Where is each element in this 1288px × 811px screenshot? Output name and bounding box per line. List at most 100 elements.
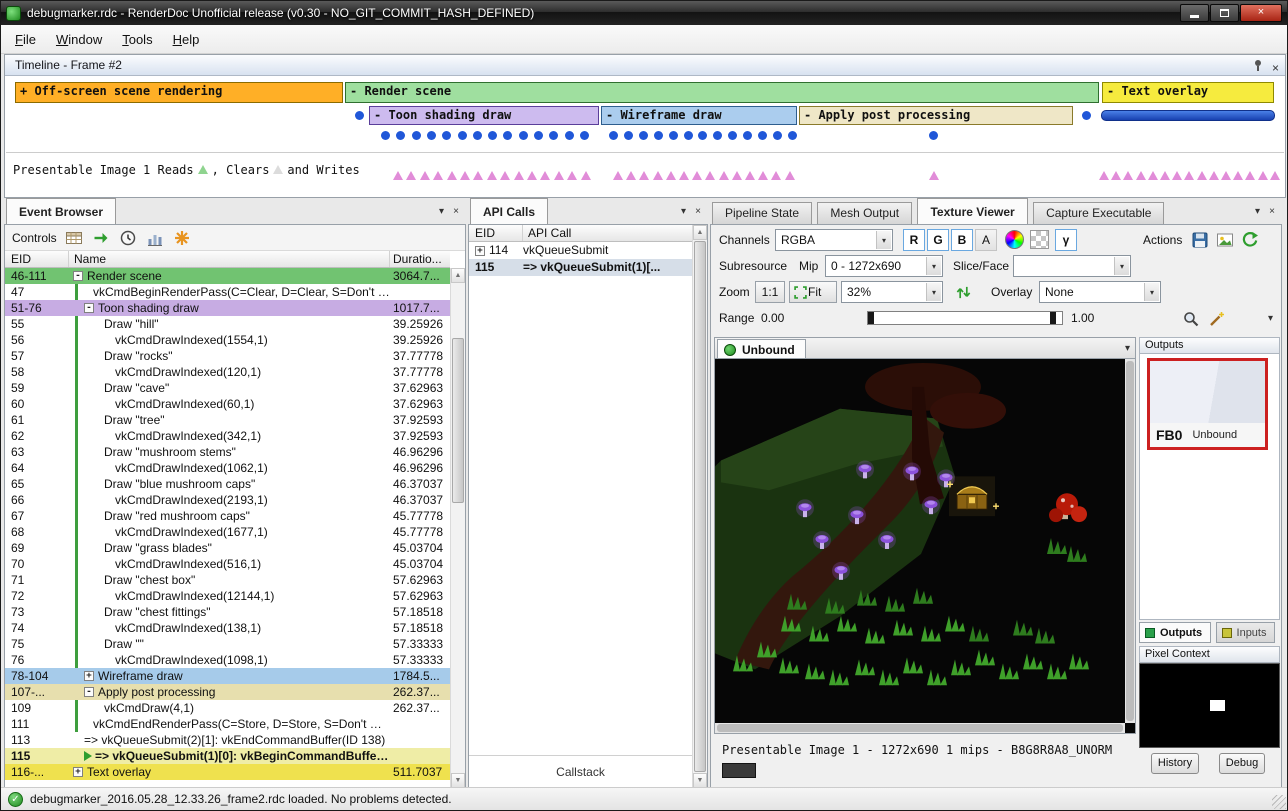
event-row[interactable]: 67Draw "red mushroom caps"45.77778 <box>5 508 450 524</box>
event-row[interactable]: 55Draw "hill"39.25926 <box>5 316 450 332</box>
scroll-up-icon[interactable]: ▲ <box>451 268 465 283</box>
channel-red-button[interactable]: R <box>903 229 925 251</box>
column-eid[interactable]: EID <box>5 251 69 267</box>
event-row[interactable]: 74vkCmdDrawIndexed(138,1)57.18518 <box>5 620 450 636</box>
tab-pipeline-state[interactable]: Pipeline State <box>712 202 812 224</box>
zoom-1to1-button[interactable]: 1:1 <box>755 281 785 303</box>
chevron-down-icon[interactable]: ▾ <box>926 283 941 301</box>
close-icon[interactable]: × <box>453 206 459 217</box>
chevron-down-icon[interactable]: ▾ <box>876 231 891 249</box>
texture-tab-list-icon[interactable]: ▾ <box>1125 343 1130 354</box>
jump-to-event-icon[interactable] <box>91 228 111 248</box>
event-row[interactable]: 115=> vkQueueSubmit(1)[0]: vkBeginComman… <box>5 748 450 764</box>
refresh-icon[interactable] <box>1240 230 1260 250</box>
api-call-row[interactable]: 115=> vkQueueSubmit(1)[... <box>469 259 692 276</box>
autofit-wand-icon[interactable] <box>1207 309 1227 329</box>
api-call-row[interactable]: +114vkQueueSubmit <box>469 242 692 259</box>
event-row[interactable]: 58vkCmdDrawIndexed(120,1)37.77778 <box>5 364 450 380</box>
scroll-up-icon[interactable]: ▲ <box>693 225 707 240</box>
event-row[interactable]: 63Draw "mushroom stems"46.96296 <box>5 444 450 460</box>
dock-menu-icon[interactable]: ▾ <box>439 206 444 217</box>
texture-horizontal-scrollbar[interactable] <box>715 723 1125 733</box>
event-row[interactable]: 65Draw "blue mushroom caps"46.37037 <box>5 476 450 492</box>
tab-mesh-output[interactable]: Mesh Output <box>817 202 912 224</box>
event-row[interactable]: 59Draw "cave"37.62963 <box>5 380 450 396</box>
event-row[interactable]: 70vkCmdDrawIndexed(516,1)45.03704 <box>5 556 450 572</box>
menu-file[interactable]: File <box>5 27 46 52</box>
scrollbar-thumb[interactable] <box>452 338 464 503</box>
column-api-call[interactable]: API Call <box>523 225 692 241</box>
tab-inputs[interactable]: Inputs <box>1216 622 1276 643</box>
collapse-icon[interactable]: - <box>73 271 83 281</box>
range-handle-min[interactable] <box>868 312 874 324</box>
menu-window[interactable]: Window <box>46 27 112 52</box>
dock-menu-icon[interactable]: ▾ <box>1255 206 1260 217</box>
event-row[interactable]: 47vkCmdBeginRenderPass(C=Clear, D=Clear,… <box>5 284 450 300</box>
event-row[interactable]: 66vkCmdDrawIndexed(2193,1)46.37037 <box>5 492 450 508</box>
timeline-collapsed-marker[interactable] <box>1101 110 1275 121</box>
event-row[interactable]: 64vkCmdDrawIndexed(1062,1)46.96296 <box>5 460 450 476</box>
expand-icon[interactable]: + <box>73 767 83 777</box>
resize-grip[interactable] <box>1272 795 1286 809</box>
event-browser-scrollbar[interactable]: ▲ ▼ <box>450 268 465 788</box>
event-row[interactable]: 51-76-Toon shading draw1017.7... <box>5 300 450 316</box>
expand-icon[interactable]: + <box>84 671 94 681</box>
event-row[interactable]: 46-111-Render scene3064.7... <box>5 268 450 284</box>
column-name[interactable]: Name <box>69 251 390 267</box>
channel-blue-button[interactable]: B <box>951 229 973 251</box>
event-row[interactable]: 72vkCmdDrawIndexed(12144,1)57.62963 <box>5 588 450 604</box>
event-row[interactable]: 60vkCmdDrawIndexed(60,1)37.62963 <box>5 396 450 412</box>
timeline-marker-bar[interactable]: - Text overlay <box>1102 82 1274 103</box>
column-duration[interactable]: Duratio... <box>390 251 450 267</box>
menu-help[interactable]: Help <box>163 27 210 52</box>
timeline-marker-bar[interactable]: + Off-screen scene rendering <box>15 82 343 103</box>
tab-event-browser[interactable]: Event Browser <box>6 198 116 224</box>
export-icon[interactable] <box>64 228 84 248</box>
output-fb0-thumbnail[interactable]: FB0 Unbound <box>1147 358 1268 450</box>
menu-tools[interactable]: Tools <box>112 27 162 52</box>
export-image-icon[interactable] <box>1215 230 1235 250</box>
event-row[interactable]: 68vkCmdDrawIndexed(1677,1)45.77778 <box>5 524 450 540</box>
event-row[interactable]: 116-...+Text overlay511.7037 <box>5 764 450 780</box>
event-row[interactable]: 107-...-Apply post processing262.37... <box>5 684 450 700</box>
flip-y-icon[interactable] <box>953 282 973 302</box>
gamma-button[interactable]: γ <box>1055 229 1077 251</box>
close-icon[interactable]: × <box>1272 58 1279 78</box>
timeline-marker-bar[interactable]: - Apply post processing <box>799 106 1073 125</box>
slice-face-select[interactable]: ▾ <box>1013 255 1131 277</box>
close-icon[interactable]: × <box>695 206 701 217</box>
range-slider[interactable] <box>867 311 1063 325</box>
magnifier-icon[interactable] <box>1181 309 1201 329</box>
channel-alpha-button[interactable]: A <box>975 229 997 251</box>
pin-icon[interactable] <box>1252 58 1264 78</box>
tab-unbound-texture[interactable]: Unbound <box>717 339 806 359</box>
column-eid[interactable]: EID <box>469 225 523 241</box>
event-row[interactable]: 75Draw ""57.33333 <box>5 636 450 652</box>
event-row[interactable]: 71Draw "chest box"57.62963 <box>5 572 450 588</box>
event-row[interactable]: 78-104+Wireframe draw1784.5... <box>5 668 450 684</box>
scroll-down-icon[interactable]: ▼ <box>693 773 707 788</box>
timeline-marker-bar[interactable]: - Toon shading draw <box>369 106 599 125</box>
minimize-button[interactable] <box>1180 4 1209 22</box>
time-durations-icon[interactable] <box>118 228 138 248</box>
bookmark-icon[interactable] <box>172 228 192 248</box>
dock-menu-icon[interactable]: ▾ <box>681 206 686 217</box>
event-row[interactable]: 109vkCmdDraw(4,1)262.37... <box>5 700 450 716</box>
timeline-marker-bar[interactable]: - Render scene <box>345 82 1099 103</box>
event-row[interactable]: 76vkCmdDrawIndexed(1098,1)57.33333 <box>5 652 450 668</box>
close-icon[interactable]: × <box>1269 206 1275 217</box>
tab-texture-viewer[interactable]: Texture Viewer <box>917 198 1027 224</box>
event-row[interactable]: 73Draw "chest fittings"57.18518 <box>5 604 450 620</box>
tab-outputs[interactable]: Outputs <box>1139 622 1211 643</box>
scrollbar-thumb[interactable] <box>694 241 706 772</box>
api-calls-scrollbar[interactable]: ▲ ▼ <box>692 225 707 788</box>
texture-vertical-scrollbar[interactable] <box>1125 359 1135 723</box>
history-button[interactable]: History <box>1151 753 1199 774</box>
scroll-down-icon[interactable]: ▼ <box>451 773 465 788</box>
chevron-down-icon[interactable]: ▾ <box>1114 257 1129 275</box>
event-row[interactable]: 113=> vkQueueSubmit(2)[1]: vkEndCommandB… <box>5 732 450 748</box>
range-handle-max[interactable] <box>1050 312 1056 324</box>
chevron-down-icon[interactable]: ▾ <box>926 257 941 275</box>
expand-icon[interactable]: + <box>475 246 485 256</box>
range-options-icon[interactable]: ▾ <box>1268 313 1273 324</box>
